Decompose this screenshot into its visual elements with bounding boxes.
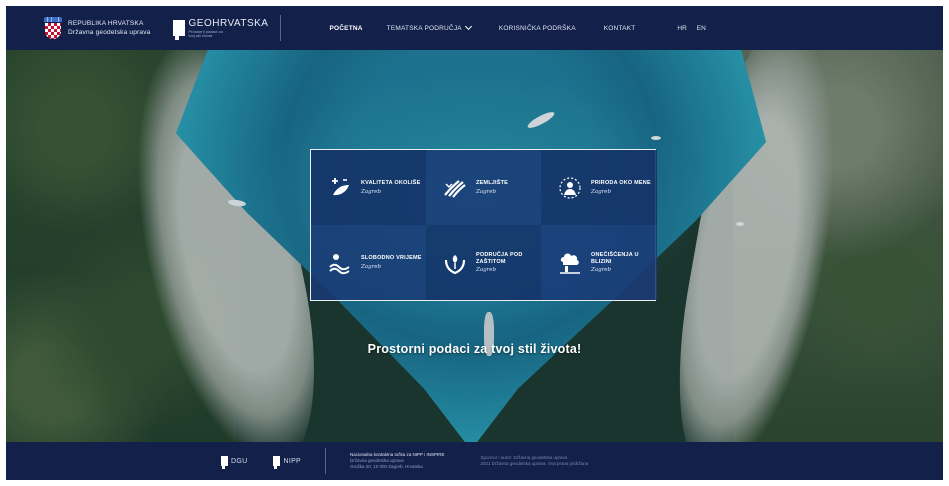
- category-title: Onečišćenja u blizini: [591, 252, 639, 265]
- coat-of-arms-icon: [44, 17, 62, 39]
- category-city: Zagreb: [361, 188, 382, 195]
- category-title: Slobodno vrijeme: [361, 255, 422, 262]
- nature-icon: [559, 176, 581, 199]
- main-nav: Početna Tematska područja Korisnička pod…: [329, 22, 715, 32]
- nipp-logo[interactable]: NIPP: [273, 456, 301, 469]
- hero-slogan: Prostorni podaci za tvoj stil života!: [367, 342, 582, 356]
- footer-copyright: Sponzor i autor: Državna geodetska uprav…: [480, 455, 589, 466]
- leisure-icon: [329, 253, 350, 274]
- dgu-label: Državna geodetska uprava: [68, 29, 151, 36]
- category-priroda-oko-mene[interactable]: Priroda oko mene Zagreb: [541, 150, 657, 225]
- page: Republika Hrvatska Državna geodetska upr…: [6, 6, 943, 480]
- category-city: Zagreb: [361, 263, 382, 270]
- header-divider: [280, 15, 282, 41]
- category-city: Zagreb: [591, 267, 612, 273]
- protected-areas-icon: [444, 254, 466, 274]
- hero-background-image: Kvaliteta okoliše Zagreb Zemljište Zagre…: [6, 50, 943, 442]
- category-kvaliteta-okolise[interactable]: Kvaliteta okoliše Zagreb: [311, 150, 426, 225]
- geohrvatska-title: GEOHRVATSKA: [188, 17, 269, 29]
- nav-pocetna[interactable]: Početna: [329, 25, 362, 32]
- category-city: Zagreb: [476, 267, 497, 273]
- dgu-logo[interactable]: DGU: [221, 456, 247, 469]
- footer-contact: Nacionalna kontaktna točka za NIPP i INS…: [350, 452, 445, 469]
- category-grid: Kvaliteta okoliše Zagreb Zemljište Zagre…: [310, 149, 657, 301]
- republika-label: Republika Hrvatska: [68, 20, 144, 27]
- footer: DGU NIPP Nacionalna kontaktna točka za N…: [6, 442, 943, 480]
- dgu-mark-icon: [221, 456, 228, 469]
- lang-hr[interactable]: HR: [677, 25, 686, 32]
- nav-tematska-podrucja[interactable]: Tematska područja: [387, 22, 472, 32]
- geohrvatska-mark-icon: [172, 20, 185, 40]
- geohrvatska-logo[interactable]: GEOHRVATSKA Prostorni podaci za tvoj sti…: [172, 17, 269, 40]
- category-city: Zagreb: [476, 188, 497, 195]
- lang-en[interactable]: EN: [697, 25, 706, 32]
- category-oneciscenja-u-blizini[interactable]: Onečišćenja u blizini Zagreb: [541, 225, 657, 300]
- nav-kontakt[interactable]: Kontakt: [604, 25, 636, 32]
- category-title: Priroda oko mene: [591, 180, 651, 187]
- category-slobodno-vrijeme[interactable]: Slobodno vrijeme Zagreb: [311, 225, 426, 300]
- top-header: Republika Hrvatska Državna geodetska upr…: [6, 6, 943, 50]
- category-podrucja-pod-zastitom[interactable]: Područja pod zaštitom Zagreb: [426, 225, 541, 300]
- republika-hrvatska-logo[interactable]: Republika Hrvatska Državna geodetska upr…: [44, 17, 151, 39]
- category-title: Područja pod zaštitom: [476, 252, 523, 265]
- nipp-mark-icon: [273, 456, 281, 469]
- category-title: Kvaliteta okoliše: [361, 180, 421, 187]
- category-zemljiste[interactable]: Zemljište Zagreb: [426, 150, 541, 225]
- chevron-down-icon: [464, 22, 472, 31]
- air-quality-icon: [332, 177, 349, 195]
- footer-divider: [325, 448, 327, 474]
- nav-korisnicka-podrska[interactable]: Korisnička podrška: [499, 25, 576, 32]
- category-title: Zemljište: [476, 180, 509, 187]
- land-icon: [444, 179, 466, 198]
- pollution-icon: [560, 252, 580, 274]
- category-city: Zagreb: [591, 188, 612, 195]
- geohrvatska-subtitle: Prostorni podaci za tvoj stil života: [188, 28, 223, 38]
